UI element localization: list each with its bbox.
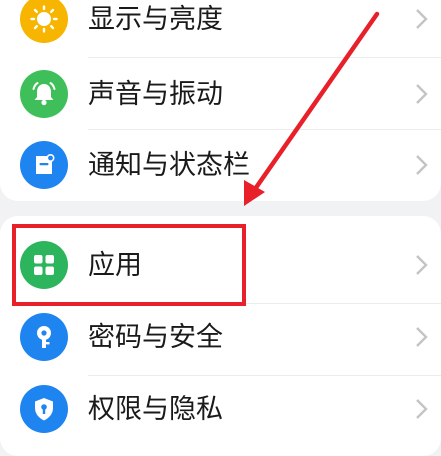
annotation-arrow-icon xyxy=(244,11,380,206)
